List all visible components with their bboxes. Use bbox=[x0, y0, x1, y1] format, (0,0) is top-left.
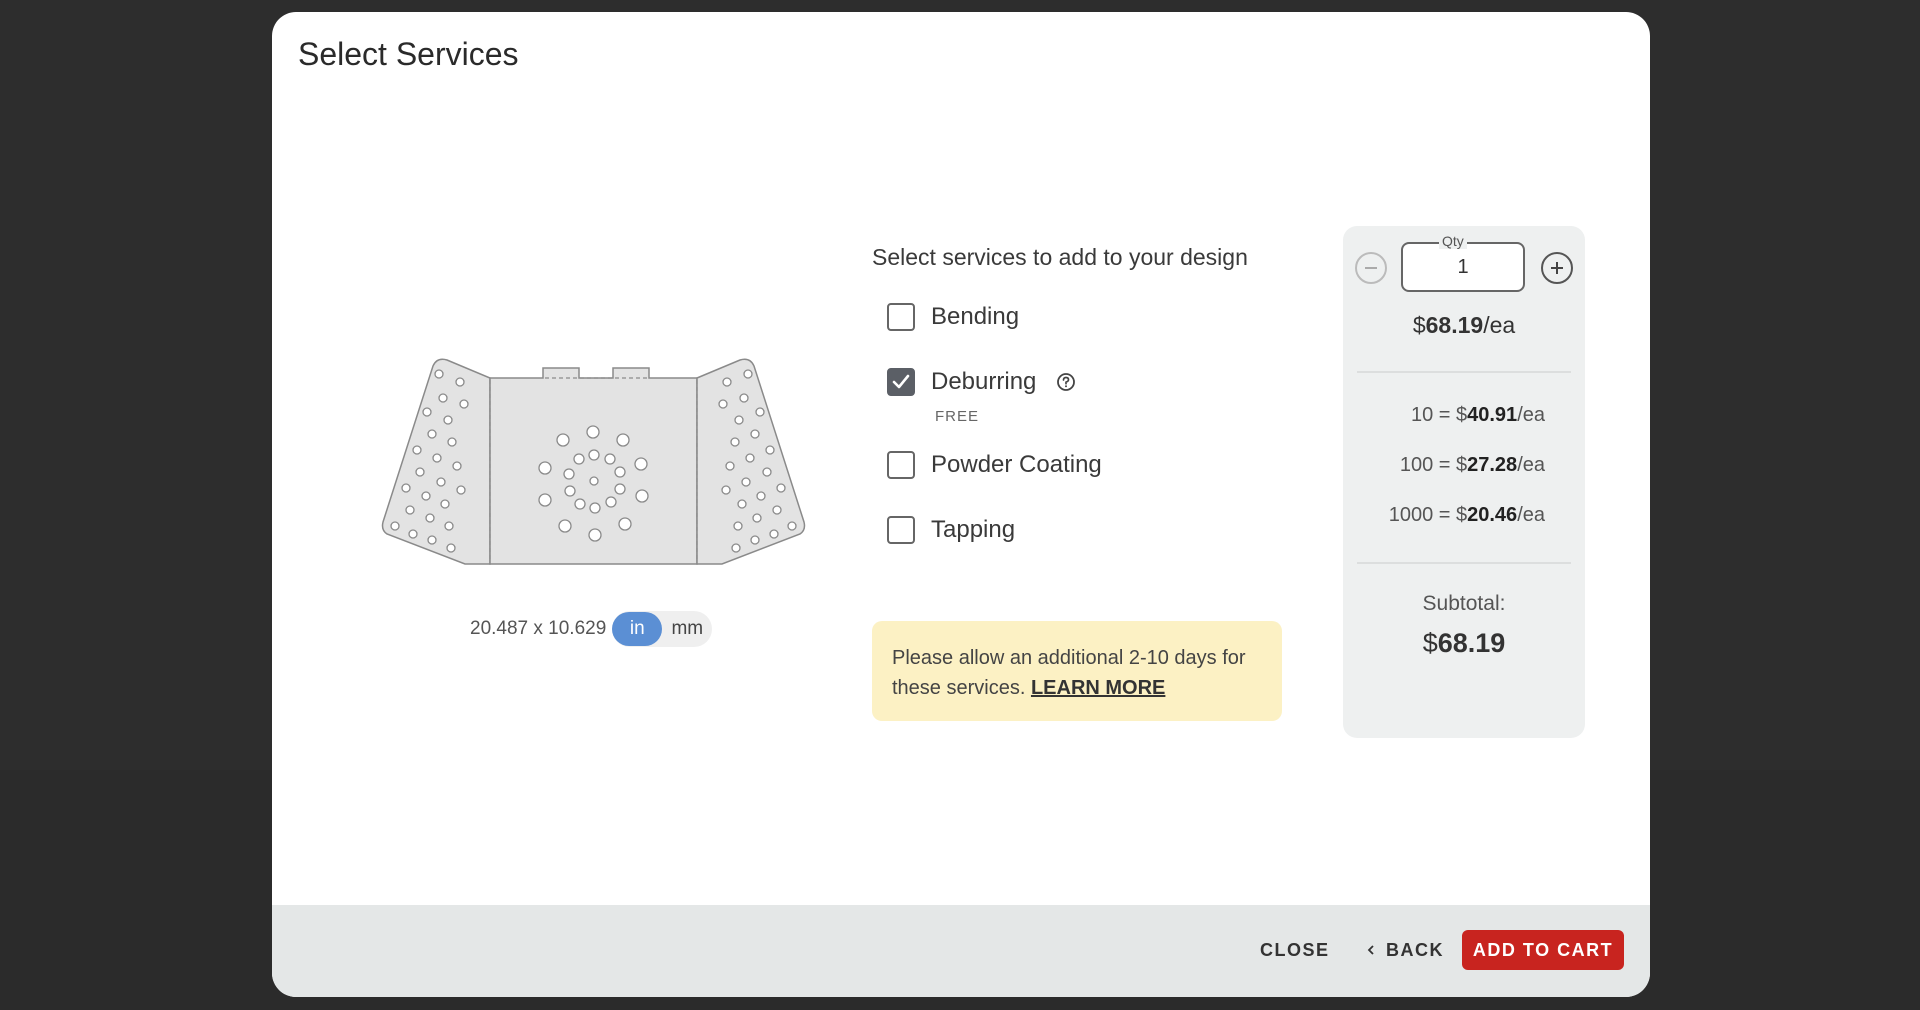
price-tier-1000: 1000 = $20.46/ea bbox=[1388, 504, 1545, 526]
tapping-checkbox[interactable] bbox=[887, 516, 915, 544]
unit-inches-button[interactable]: in bbox=[612, 612, 663, 646]
dimensions-text: 20.487 x 10.629 bbox=[470, 618, 607, 639]
service-tapping[interactable]: Tapping bbox=[887, 510, 1302, 550]
quantity-field: Qty bbox=[1401, 233, 1525, 292]
service-powder-coating[interactable]: Powder Coating bbox=[887, 445, 1302, 485]
divider bbox=[1357, 562, 1571, 564]
increase-quantity-button[interactable] bbox=[1541, 252, 1573, 284]
unit-toggle: in mm bbox=[612, 611, 713, 647]
decrease-quantity-button[interactable] bbox=[1355, 252, 1387, 284]
unit-price: $68.19/ea bbox=[1412, 312, 1516, 338]
quantity-stepper: Qty bbox=[1355, 233, 1573, 294]
subtotal-label: Subtotal: bbox=[1422, 592, 1506, 615]
add-to-cart-button[interactable]: ADD TO CART bbox=[1462, 930, 1624, 970]
checkmark-icon bbox=[892, 374, 910, 389]
unit-mm-button[interactable]: mm bbox=[662, 612, 712, 646]
price-tier-100: 100 = $27.28/ea bbox=[1399, 454, 1545, 476]
part-preview bbox=[381, 358, 806, 565]
question-circle-icon[interactable] bbox=[1056, 372, 1076, 392]
services-list: Select services to add to your design Be… bbox=[872, 244, 1302, 550]
services-heading: Select services to add to your design bbox=[872, 244, 1248, 270]
pricing-panel: Qty $68.19/ea 10 = $40.91/ea 100 = $27.2… bbox=[1343, 226, 1585, 738]
back-button[interactable]: BACK bbox=[1364, 930, 1444, 970]
price-tier-10: 10 = $40.91/ea bbox=[1410, 404, 1545, 426]
bending-checkbox[interactable] bbox=[887, 303, 915, 331]
divider bbox=[1357, 371, 1571, 373]
quantity-input[interactable] bbox=[1403, 244, 1523, 290]
bending-label: Bending bbox=[931, 303, 1020, 330]
plus-icon bbox=[1551, 262, 1563, 274]
deburring-free-note: FREE bbox=[935, 408, 980, 425]
minus-icon bbox=[1365, 267, 1377, 269]
lead-time-notice: Please allow an additional 2-10 days for… bbox=[872, 621, 1282, 721]
dimensions-row: 20.487 x 10.629 in mm bbox=[470, 610, 713, 648]
tapping-label: Tapping bbox=[931, 516, 1016, 543]
quantity-label: Qty bbox=[1439, 233, 1467, 249]
select-services-modal: Select Services 20.487 x 10.629 in mm Se… bbox=[272, 12, 1650, 997]
deburring-label: Deburring bbox=[931, 368, 1037, 395]
service-deburring[interactable]: Deburring bbox=[887, 362, 1302, 402]
back-label: BACK bbox=[1386, 939, 1444, 960]
subtotal-value: $68.19 bbox=[1422, 628, 1506, 658]
chevron-left-icon bbox=[1367, 945, 1374, 955]
modal-title: Select Services bbox=[298, 36, 519, 72]
modal-footer: CLOSE BACK ADD TO CART bbox=[272, 905, 1650, 997]
powder-coating-label: Powder Coating bbox=[931, 451, 1102, 478]
deburring-checkbox[interactable] bbox=[887, 368, 915, 396]
close-button[interactable]: CLOSE bbox=[1260, 930, 1330, 970]
service-bending[interactable]: Bending bbox=[887, 297, 1302, 337]
powder-coating-checkbox[interactable] bbox=[887, 451, 915, 479]
learn-more-link[interactable]: LEARN MORE bbox=[1031, 677, 1165, 699]
